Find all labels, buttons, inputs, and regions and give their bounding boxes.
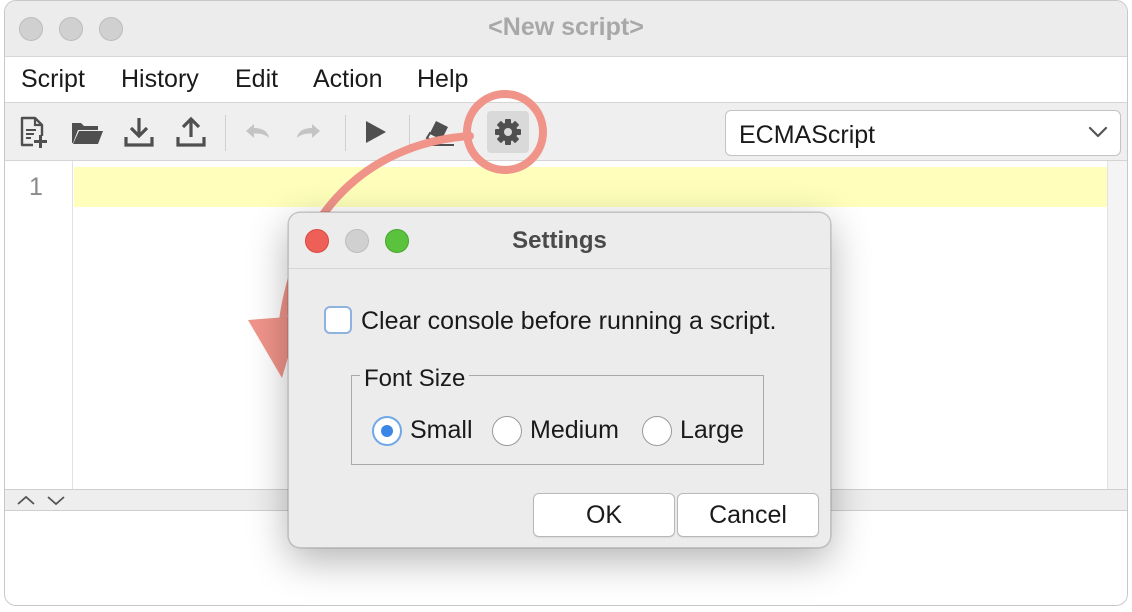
redo-icon [297, 124, 320, 138]
toolbar-separator [225, 115, 226, 151]
clear-console-checkbox[interactable] [324, 306, 352, 334]
toolbar: ECMAScript [5, 103, 1127, 161]
font-size-large-radio[interactable] [642, 416, 672, 446]
settings-dialog: Settings Clear console before running a … [288, 212, 831, 548]
run-script-button[interactable] [355, 112, 395, 152]
menu-help[interactable]: Help [417, 65, 468, 94]
dialog-title-bar: Settings [289, 213, 830, 269]
gear-icon [495, 119, 521, 145]
run-icon [366, 121, 386, 143]
menu-history[interactable]: History [121, 65, 199, 94]
chevron-down-icon[interactable] [45, 493, 67, 507]
dialog-title: Settings [512, 227, 607, 254]
title-bar: <New script> [5, 1, 1127, 57]
font-size-small-label[interactable]: Small [410, 416, 473, 445]
font-size-legend: Font Size [360, 365, 470, 393]
cancel-button[interactable]: Cancel [677, 493, 819, 537]
font-size-large-label[interactable]: Large [680, 416, 744, 445]
eraser-icon [425, 121, 454, 146]
open-script-button[interactable] [67, 112, 107, 152]
chevron-down-icon [1088, 126, 1108, 138]
toolbar-separator [409, 115, 410, 151]
line-number: 1 [29, 173, 43, 201]
new-script-button[interactable] [13, 112, 53, 152]
clear-console-label[interactable]: Clear console before running a script. [361, 307, 777, 336]
new-script-icon [20, 116, 48, 148]
ok-button[interactable]: OK [533, 493, 675, 537]
redo-button[interactable] [289, 112, 329, 152]
font-size-small-radio[interactable] [372, 416, 402, 446]
language-select[interactable]: ECMAScript [725, 110, 1121, 156]
import-button[interactable] [119, 112, 159, 152]
export-button[interactable] [171, 112, 211, 152]
line-number-gutter: 1 [5, 161, 73, 489]
settings-button[interactable] [487, 111, 529, 153]
menu-action[interactable]: Action [313, 65, 382, 94]
window-title: <New script> [488, 13, 644, 41]
import-icon [124, 118, 154, 147]
clear-console-button[interactable] [419, 112, 459, 152]
toolbar-separator [345, 115, 346, 151]
chevron-up-icon[interactable] [15, 493, 37, 507]
menu-edit[interactable]: Edit [235, 65, 278, 94]
export-icon [176, 116, 206, 147]
menu-bar: Script History Edit Action Help [5, 57, 1127, 103]
undo-button[interactable] [237, 112, 277, 152]
editor-scrollbar[interactable] [1107, 161, 1127, 489]
font-size-medium-radio[interactable] [492, 416, 522, 446]
undo-icon [246, 124, 269, 138]
current-line-highlight [74, 167, 1109, 207]
language-select-value: ECMAScript [739, 121, 876, 149]
open-folder-icon [72, 123, 103, 144]
menu-script[interactable]: Script [21, 65, 85, 94]
font-size-medium-label[interactable]: Medium [530, 416, 619, 445]
